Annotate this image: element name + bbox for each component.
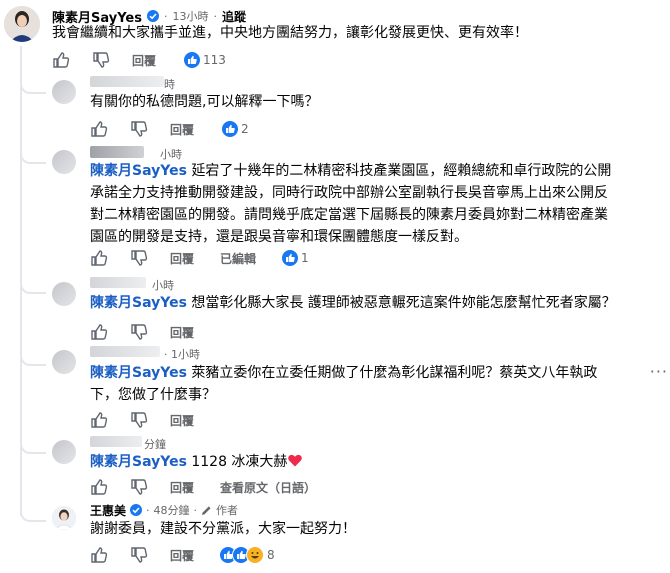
like-icon[interactable] bbox=[90, 120, 108, 138]
redacted-name bbox=[90, 346, 160, 357]
reply-text-line: 想當彰化縣大家長 護理師被惡意輾死這案件妳能怎麼幫忙死者家屬？ bbox=[186, 295, 616, 311]
dislike-icon[interactable] bbox=[130, 478, 148, 496]
redacted-name bbox=[90, 146, 144, 158]
reply-text-line: 對二林精密園區的開發。請問幾乎底定當選下屆縣長的陳素月委員妳對二林精密產業 bbox=[90, 207, 608, 223]
mention-link[interactable]: 陳素月SayYes bbox=[90, 365, 187, 381]
verified-badge-icon bbox=[130, 504, 143, 516]
reply-button[interactable]: 回覆 bbox=[132, 52, 156, 69]
see-original-button[interactable]: 查看原文（日語） bbox=[220, 479, 316, 496]
reply-text: 陳素月SayYes 1128 冰凍大赫 bbox=[90, 451, 303, 473]
reply-text: 陳素月SayYes 想當彰化縣大家長 護理師被惡意輾死這案件妳能怎麼幫忙死者家屬… bbox=[90, 292, 616, 314]
mention-link[interactable]: 陳素月SayYes bbox=[90, 163, 187, 179]
dislike-icon[interactable] bbox=[130, 249, 148, 267]
redacted-name bbox=[90, 277, 146, 288]
reply-text-line: 園區的開發是支持，還是跟吳音寧和環保團體態度一樣反對。 bbox=[90, 229, 468, 245]
avatar-reply-4[interactable] bbox=[52, 350, 76, 374]
reply-button[interactable]: 回覆 bbox=[170, 547, 194, 564]
reply-time[interactable]: 48分鐘 bbox=[154, 502, 190, 518]
dislike-icon[interactable] bbox=[130, 323, 148, 341]
haha-reaction-icon bbox=[246, 546, 265, 564]
reply-1-actions: 回覆 2 bbox=[90, 119, 249, 139]
like-icon[interactable] bbox=[90, 249, 108, 267]
reply-connector bbox=[20, 496, 46, 522]
red-heart-icon bbox=[288, 454, 303, 467]
reply-3-actions: 回覆 bbox=[90, 322, 194, 342]
reply-text: 有關你的私德問題,可以解釋一下嗎？ bbox=[90, 94, 319, 110]
reply-connector bbox=[20, 340, 46, 366]
like-count: 113 bbox=[203, 53, 226, 67]
reply-author[interactable]: 王惠美 bbox=[90, 502, 126, 519]
reply-connector bbox=[20, 428, 46, 454]
dislike-icon[interactable] bbox=[130, 120, 148, 138]
avatar-portrait-icon bbox=[4, 6, 40, 42]
reply-button[interactable]: 回覆 bbox=[170, 250, 194, 267]
avatar-portrait-icon bbox=[52, 506, 76, 530]
like-icon[interactable] bbox=[90, 546, 108, 564]
reply-time[interactable]: · 1小時 bbox=[164, 346, 200, 362]
reply-text: 陳素月SayYes 延宕了十幾年的二林精密科技產業園區，經賴總統和卓行政院的公開… bbox=[90, 160, 660, 248]
reply-connector bbox=[20, 68, 46, 94]
avatar-chen-su-yue[interactable] bbox=[4, 6, 40, 42]
avatar-reply-2[interactable] bbox=[52, 150, 76, 174]
reply-text-line: 承諾全力支持推動開發建設，同時行政院中部辦公室副執行長吳音寧馬上出來公開反 bbox=[90, 185, 608, 201]
reply-button[interactable]: 回覆 bbox=[170, 479, 194, 496]
author-tag: 作者 bbox=[216, 504, 239, 517]
like-count: 1 bbox=[301, 251, 309, 265]
redacted-name bbox=[90, 436, 142, 447]
avatar-wang-hui-mei[interactable] bbox=[52, 506, 76, 530]
avatar-reply-3[interactable] bbox=[52, 282, 76, 306]
like-icon[interactable] bbox=[90, 411, 108, 429]
like-icon[interactable] bbox=[90, 478, 108, 496]
reaction-count: 8 bbox=[267, 548, 275, 562]
like-reaction-icon bbox=[222, 121, 239, 137]
reply-text: 謝謝委員，建設不分黨派，大家一起努力！ bbox=[90, 521, 356, 537]
like-count: 2 bbox=[241, 122, 249, 136]
main-comment-actions: 回覆 113 bbox=[52, 50, 226, 70]
reply-button[interactable]: 回覆 bbox=[170, 324, 194, 341]
reply-text-line: 延宕了十幾年的二林精密科技產業園區，經賴總統和卓行政院的公開 bbox=[186, 163, 612, 179]
like-icon[interactable] bbox=[52, 51, 70, 69]
like-count-badge[interactable]: 113 bbox=[184, 52, 226, 68]
reply-time[interactable]: 時 bbox=[164, 76, 175, 92]
reply-text-line: 萊豬立委你在立委任期做了什麼為彰化謀福利呢？蔡英文八年執政 bbox=[186, 365, 598, 381]
reply-5-actions: 回覆 查看原文（日語） bbox=[90, 477, 316, 497]
redacted-name bbox=[90, 76, 164, 87]
avatar-reply-1[interactable] bbox=[52, 80, 76, 104]
reaction-count-badge[interactable]: 8 bbox=[220, 546, 275, 564]
like-reaction-icon bbox=[184, 52, 201, 68]
reply-connector bbox=[20, 268, 46, 294]
like-icon[interactable] bbox=[90, 323, 108, 341]
reply-text-line: 下，您做了什麼事？ bbox=[90, 387, 216, 403]
reply-time[interactable]: 小時 bbox=[152, 277, 174, 293]
dislike-icon[interactable] bbox=[130, 411, 148, 429]
like-count-badge[interactable]: 2 bbox=[222, 121, 249, 137]
reply-2-actions: 回覆 已編輯 1 bbox=[90, 248, 309, 268]
reply-connector bbox=[20, 138, 46, 164]
comment-text: 我會繼續和大家攜手並進，中央地方團結努力，讓彰化發展更快、更有效率！ bbox=[52, 25, 528, 41]
avatar-reply-5[interactable] bbox=[52, 440, 76, 464]
pen-icon bbox=[202, 505, 211, 515]
reply-button[interactable]: 回覆 bbox=[170, 121, 194, 138]
like-count-badge[interactable]: 1 bbox=[282, 250, 309, 266]
verified-badge-icon bbox=[147, 10, 159, 22]
reply-text: 陳素月SayYes 萊豬立委你在立委任期做了什麼為彰化謀福利呢？蔡英文八年執政 … bbox=[90, 362, 630, 406]
more-options-icon[interactable]: ··· bbox=[650, 362, 668, 381]
reply-4-actions: 回覆 bbox=[90, 410, 194, 430]
reply-button[interactable]: 回覆 bbox=[170, 412, 194, 429]
mention-link[interactable]: 陳素月SayYes bbox=[90, 295, 187, 311]
reply-time[interactable]: 分鐘 bbox=[144, 436, 166, 452]
like-reaction-icon bbox=[282, 250, 299, 266]
reply-6-actions: 回覆 8 bbox=[90, 545, 275, 565]
dislike-icon[interactable] bbox=[130, 546, 148, 564]
dislike-icon[interactable] bbox=[92, 51, 110, 69]
reply-text-line: 1128 冰凍大赫 bbox=[186, 454, 288, 470]
edited-label[interactable]: 已編輯 bbox=[220, 250, 256, 267]
mention-link[interactable]: 陳素月SayYes bbox=[90, 454, 187, 470]
